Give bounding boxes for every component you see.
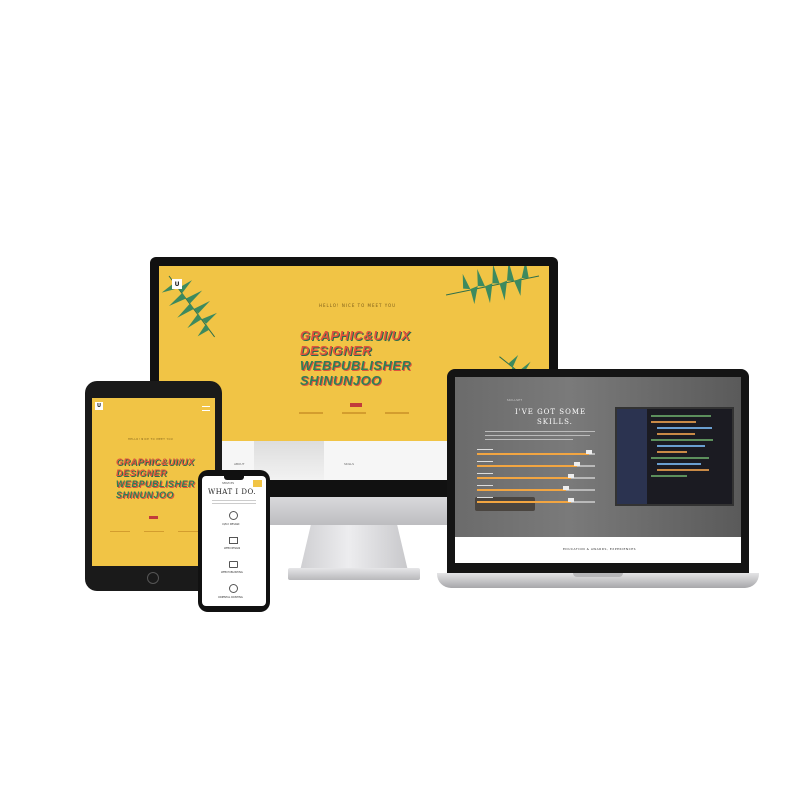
tablet-title-line1: GRAPHIC&UI/UX (116, 457, 195, 467)
monitor-stand (300, 525, 408, 571)
skill-percent-badge (586, 450, 593, 454)
tablet-title-line4: SHINUNJOO (116, 490, 175, 500)
skill-percent-badge (568, 498, 575, 502)
phone-screen: SERVICES WHAT I DO. UI/UX DESIGN WEB DES… (202, 476, 266, 606)
phone-notch (224, 476, 244, 480)
skill-bar-row (477, 485, 595, 493)
monitor-foot (288, 568, 420, 580)
skills-section-label: SKILLSET (507, 399, 523, 402)
tablet-screen: U HELLO! NICE TO MEET YOU GRAPHIC&UI/UX … (92, 398, 215, 566)
skill-label (477, 461, 493, 462)
nav-skills[interactable]: SKILLS (344, 462, 354, 466)
tablet-home-button[interactable] (147, 572, 159, 584)
skill-bar-row (477, 497, 595, 505)
service-item-uiux: UI/UX DESIGN (222, 523, 240, 526)
skill-bar-row (477, 473, 595, 481)
nav-about[interactable]: ABOUT (234, 462, 244, 466)
publishing-icon (229, 561, 238, 568)
tablet-hero-intro: HELLO! NICE TO MEET YOU (128, 438, 174, 441)
education-section: EDUCATION & AWARDS, EXPERIENCES (455, 537, 741, 563)
skill-label (477, 485, 493, 486)
skill-bar-fill (477, 489, 566, 491)
tablet-logo[interactable]: U (95, 402, 103, 410)
hero-contact-row (299, 412, 409, 415)
menu-icon[interactable] (202, 406, 210, 411)
tablet-title-line2: DESIGNER (116, 468, 168, 478)
phone-menu-button[interactable] (253, 480, 262, 487)
skill-bar-row (477, 449, 595, 457)
hero-title-line4: SHINUNJOO (300, 373, 382, 388)
tablet-contact-row (110, 531, 198, 533)
skill-label (477, 449, 493, 450)
code-editor-image (615, 407, 734, 506)
hero-scroll-button[interactable] (350, 403, 362, 407)
skill-bar-row (477, 461, 595, 469)
skills-title-line1: I'VE GOT SOME (515, 408, 587, 416)
skill-bar-fill (477, 501, 572, 503)
service-item-webdesign: WEB DESIGN (224, 547, 241, 550)
hero-title-line1: GRAPHIC&UI/UX (300, 328, 411, 343)
skill-percent-badge (574, 462, 581, 466)
service-item-painting: ORIENTAL PAINTING (218, 596, 243, 599)
painting-icon (229, 584, 238, 593)
skill-percent-badge (562, 486, 569, 490)
tablet-scroll-button[interactable] (149, 516, 158, 519)
service-item-webpublishing: WEB PUBLISHING (221, 571, 243, 574)
education-heading: EDUCATION & AWARDS, EXPERIENCES (563, 547, 636, 551)
skill-bar-fill (477, 453, 590, 455)
hero-title-line2: DESIGNER (300, 343, 372, 358)
phone-title: WHAT I DO. (208, 488, 257, 496)
skill-label (477, 497, 493, 498)
phone-section-label: SERVICES (222, 482, 235, 485)
laptop-screen: SKILLSET I'VE GOT SOME SKILLS. EDUCATION… (455, 377, 741, 563)
hero-intro: HELLO! NICE TO MEET YOU (319, 303, 397, 308)
hero-title-line3: WEBPUBLISHER (300, 358, 412, 373)
skills-title-line2: SKILLS. (537, 418, 573, 426)
laptop-opening-notch (573, 573, 623, 577)
skill-bar-fill (477, 477, 572, 479)
site-logo[interactable]: U (172, 279, 182, 289)
skills-description (485, 431, 595, 441)
skill-bars (477, 449, 595, 509)
skill-label (477, 473, 493, 474)
tablet-title-line3: WEBPUBLISHER (116, 479, 196, 489)
web-design-icon (229, 537, 238, 544)
design-icon (229, 511, 238, 520)
skill-bar-fill (477, 465, 578, 467)
skill-percent-badge (568, 474, 575, 478)
